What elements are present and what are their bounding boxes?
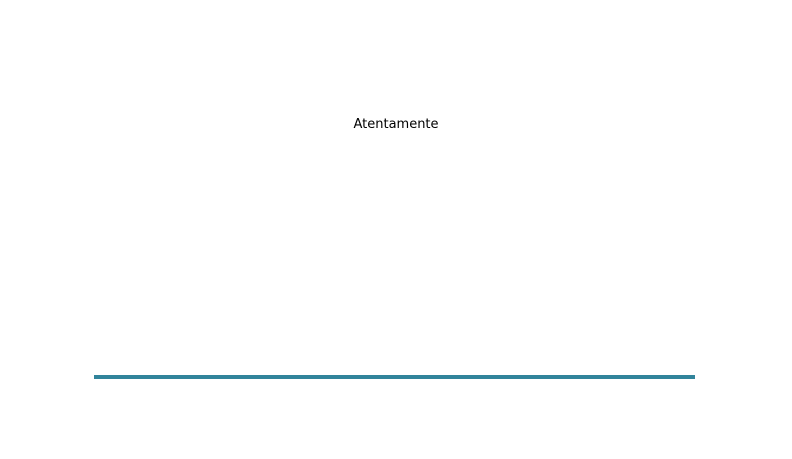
document-page: Atentamente: [0, 0, 792, 459]
letter-closing: Atentamente: [353, 117, 439, 132]
signature-rule: [94, 375, 695, 379]
